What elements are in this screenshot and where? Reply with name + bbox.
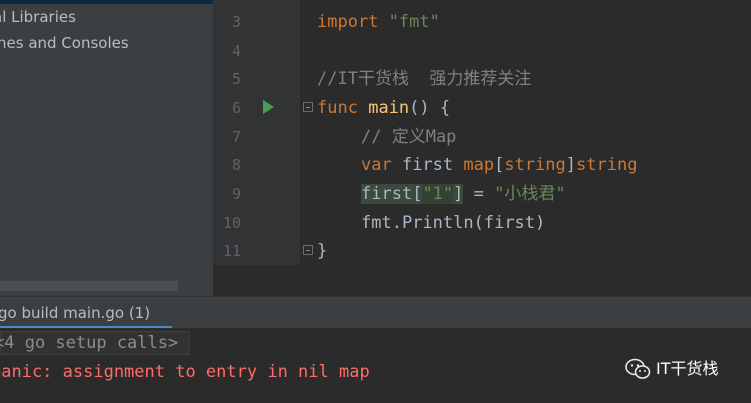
line-number: 11	[222, 242, 241, 260]
run-tab[interactable]: go build main.go (1)	[0, 297, 172, 329]
code-line-5: //IT干货栈 强力推荐关注	[317, 69, 532, 89]
line-number: 5	[231, 70, 241, 88]
code-line-10: fmt.Println(first)	[361, 213, 546, 233]
editor-empty-area	[213, 265, 751, 296]
line-number: 9	[231, 185, 241, 203]
sidebar-horizontal-scrollbar[interactable]	[0, 281, 178, 291]
code-line-6: func main() {	[317, 98, 451, 118]
code-line-9: first["1"] = "小栈君"	[361, 184, 566, 204]
wechat-icon	[625, 358, 651, 379]
sidebar-scroll-track	[178, 281, 213, 291]
line-number: 3	[231, 13, 241, 31]
sidebar-item-scratches-and-consoles[interactable]: nes and Consoles	[0, 32, 129, 54]
run-panel-header: go build main.go (1)	[0, 296, 751, 329]
sidebar-item-external-libraries[interactable]: al Libraries	[0, 6, 76, 28]
console-line-panic: panic: assignment to entry in nil map	[0, 362, 370, 382]
watermark-text: IT干货栈	[656, 359, 719, 378]
ide-window: al Libraries nes and Consoles 3 4 5 6 7 …	[0, 0, 751, 403]
run-tab-label: go build main.go (1)	[0, 304, 151, 322]
fold-collapse-icon[interactable]	[303, 102, 313, 112]
highlighted-usage: first	[361, 184, 413, 204]
line-number: 8	[231, 156, 241, 174]
code-line-3: import "fmt"	[317, 12, 440, 32]
line-number: 10	[222, 214, 241, 232]
console-line-setup-calls[interactable]: <4 go setup calls>	[0, 329, 178, 357]
project-sidebar: al Libraries nes and Consoles	[0, 0, 213, 281]
sidebar-selected-item[interactable]	[0, 0, 213, 4]
code-line-8: var first map[string]string	[361, 155, 638, 175]
line-number: 6	[231, 99, 241, 117]
code-line-11: }	[317, 241, 328, 261]
line-number: 7	[231, 128, 241, 146]
code-line-7: // 定义Map	[361, 127, 457, 147]
line-number: 4	[231, 42, 241, 60]
fold-end-icon[interactable]	[303, 245, 313, 255]
run-main-icon[interactable]	[263, 100, 274, 114]
